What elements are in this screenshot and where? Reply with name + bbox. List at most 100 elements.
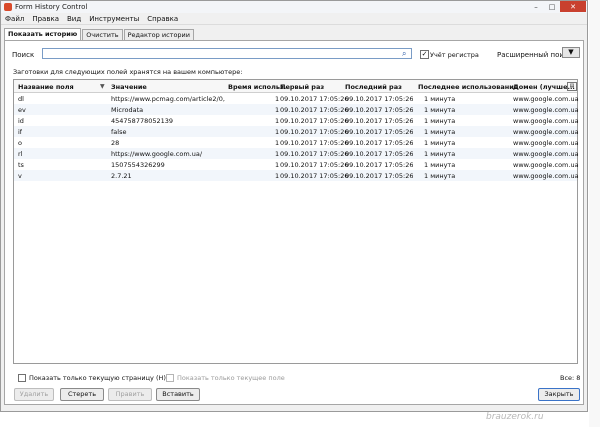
cell-first: 09.10.2017 17:05:26 [280, 95, 349, 103]
watermark: brauzerok.ru [486, 412, 544, 422]
advanced-search-button[interactable]: ▼ [562, 47, 580, 58]
tab-strip: Показать историю Очистить Редактор истор… [4, 28, 195, 40]
table-row[interactable]: ev Microdata 1 09.10.2017 17:05:26 09.10… [14, 104, 579, 115]
cell-domain: www.google.com.ua [513, 106, 579, 114]
edit-button[interactable]: Править [108, 388, 152, 401]
cell-field: id [18, 117, 24, 125]
cell-value: 2.7.21 [111, 172, 132, 180]
background-strip [589, 0, 600, 427]
col-field-name[interactable]: Название поля [18, 83, 74, 91]
window-title: Form History Control [15, 3, 88, 11]
cell-last: 09.10.2017 17:05:26 [345, 117, 414, 125]
cell-age: 1 минута [424, 117, 456, 125]
advanced-search-label: Расширенный поиск [497, 51, 573, 59]
col-value[interactable]: Значение [111, 83, 147, 91]
menu-view[interactable]: Вид [63, 15, 85, 23]
table-row[interactable]: v 2.7.21 1 09.10.2017 17:05:26 09.10.201… [14, 170, 579, 181]
cell-first: 09.10.2017 17:05:26 [280, 172, 349, 180]
cell-last: 09.10.2017 17:05:26 [345, 139, 414, 147]
tab-clear[interactable]: Очистить [82, 29, 123, 40]
cell-last: 09.10.2017 17:05:26 [345, 106, 414, 114]
cell-age: 1 минута [424, 128, 456, 136]
cell-count: 1 [275, 172, 280, 180]
cell-first: 09.10.2017 17:05:26 [280, 117, 349, 125]
cell-last: 09.10.2017 17:05:26 [345, 172, 414, 180]
cell-first: 09.10.2017 17:05:26 [280, 139, 349, 147]
menu-help[interactable]: Справка [143, 15, 182, 23]
table-row[interactable]: if false 1 09.10.2017 17:05:26 09.10.201… [14, 126, 579, 137]
cell-domain: www.google.com.ua [513, 128, 579, 136]
history-table: Название поля ▼ Значение Время использ. … [13, 79, 579, 364]
cell-age: 1 минута [424, 106, 456, 114]
cell-last: 09.10.2017 17:05:26 [345, 95, 414, 103]
menu-bar: Файл Правка Вид Инструменты Справка [1, 13, 587, 25]
search-icon[interactable]: ⌕ [402, 49, 411, 58]
cell-age: 1 минута [424, 161, 456, 169]
cell-count: 1 [275, 95, 280, 103]
insert-button[interactable]: Вставить [156, 388, 200, 401]
menu-file[interactable]: Файл [1, 15, 28, 23]
cell-domain: www.google.com.ua [513, 117, 579, 125]
cell-count: 1 [275, 117, 280, 125]
cell-first: 09.10.2017 17:05:26 [280, 106, 349, 114]
table-header: Название поля ▼ Значение Время использ. … [14, 80, 577, 93]
info-text: Заготовки для следующих полей хранятся н… [13, 68, 243, 76]
close-button[interactable]: Закрыть [538, 388, 580, 401]
table-row[interactable]: dl https://www.pcmag.com/article2/0,2...… [14, 93, 579, 104]
col-last-used[interactable]: Последний раз [345, 83, 402, 91]
cell-age: 1 минута [424, 172, 456, 180]
table-row[interactable]: ts 1507554326299 1 09.10.2017 17:05:26 0… [14, 159, 579, 170]
cell-count: 1 [275, 161, 280, 169]
cell-last: 09.10.2017 17:05:26 [345, 150, 414, 158]
search-input[interactable] [42, 48, 412, 59]
minimize-icon[interactable]: – [528, 1, 544, 12]
cell-count: 1 [275, 106, 280, 114]
cell-first: 09.10.2017 17:05:26 [280, 128, 349, 136]
cell-value: 45475877805213​9 [111, 117, 174, 125]
col-times-used[interactable]: Время использ. [228, 83, 286, 91]
tab-history-editor[interactable]: Редактор истории [123, 29, 194, 40]
cell-domain: www.google.com.ua [513, 139, 579, 147]
menu-edit[interactable]: Правка [28, 15, 63, 23]
title-bar: Form History Control – □ ✕ [1, 1, 587, 13]
current-page-label: Показать только текущую страницу (H) [29, 374, 166, 382]
cell-value: false [111, 128, 127, 136]
clear-button[interactable]: Стереть [60, 388, 104, 401]
cell-age: 1 минута [424, 139, 456, 147]
case-sensitive-checkbox[interactable]: ✓ [420, 50, 429, 59]
table-row[interactable]: rl https://www.google.com.ua/ 1 09.10.20… [14, 148, 579, 159]
cell-first: 09.10.2017 17:05:26 [280, 161, 349, 169]
cell-last: 09.10.2017 17:05:26 [345, 161, 414, 169]
table-row[interactable]: o 28 1 09.10.2017 17:05:26 09.10.2017 17… [14, 137, 579, 148]
cell-value: 1507554326299 [111, 161, 165, 169]
cell-field: ts [18, 161, 24, 169]
cell-field: rl [18, 150, 23, 158]
cell-field: o [18, 139, 22, 147]
column-picker-icon[interactable]: ▤ [567, 82, 577, 91]
cell-domain: www.google.com.ua [513, 150, 579, 158]
close-icon[interactable]: ✕ [560, 1, 586, 12]
cell-field: dl [18, 95, 24, 103]
tab-show-history[interactable]: Показать историю [4, 28, 82, 40]
cell-domain: www.google.com.ua [513, 95, 579, 103]
cell-field: ev [18, 106, 26, 114]
cell-count: 1 [275, 150, 280, 158]
current-field-checkbox[interactable] [166, 374, 174, 382]
maximize-icon[interactable]: □ [544, 1, 560, 12]
cell-age: 1 минута [424, 95, 456, 103]
cell-field: if [18, 128, 23, 136]
table-row[interactable]: id 45475877805213​9 1 09.10.2017 17:05:2… [14, 115, 579, 126]
col-first-used[interactable]: Первый раз [280, 83, 324, 91]
delete-button[interactable]: Удалить [14, 388, 54, 401]
cell-value: https://www.google.com.ua/ [111, 150, 203, 158]
case-sensitive-label: Учёт регистра [430, 51, 479, 59]
menu-tools[interactable]: Инструменты [85, 15, 143, 23]
cell-last: 09.10.2017 17:05:26 [345, 128, 414, 136]
col-domain[interactable]: Домен (лучше... [513, 83, 575, 91]
cell-value: https://www.pcmag.com/article2/0,2... [111, 95, 225, 103]
current-page-checkbox[interactable] [18, 374, 26, 382]
col-last-use-age[interactable]: Последнее использование [418, 83, 518, 91]
cell-age: 1 минута [424, 150, 456, 158]
app-icon [4, 3, 12, 11]
cell-domain: www.google.com.ua [513, 161, 579, 169]
